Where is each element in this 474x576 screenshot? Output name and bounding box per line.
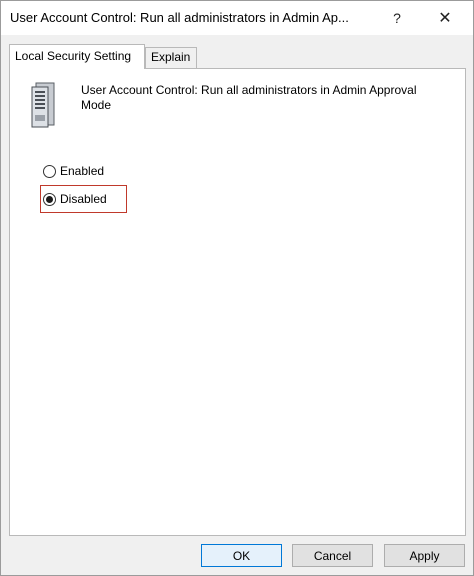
settings-panel: User Account Control: Run all administra… xyxy=(9,68,466,536)
window-title: User Account Control: Run all administra… xyxy=(10,10,349,25)
title-bar[interactable]: User Account Control: Run all administra… xyxy=(1,1,473,35)
radio-enabled-label: Enabled xyxy=(60,164,105,178)
cancel-button[interactable]: Cancel xyxy=(292,544,373,567)
apply-button[interactable]: Apply xyxy=(384,544,465,567)
radio-disabled[interactable]: Disabled xyxy=(43,190,107,208)
policy-title: User Account Control: Run all administra… xyxy=(81,83,417,112)
properties-dialog: User Account Control: Run all administra… xyxy=(0,0,474,576)
help-icon: ? xyxy=(393,10,401,26)
close-button[interactable]: ✕ xyxy=(426,5,464,31)
tab-local-security-setting[interactable]: Local Security Setting xyxy=(9,44,145,69)
radio-disabled-circle[interactable] xyxy=(43,192,56,206)
tab-explain[interactable]: Explain xyxy=(145,47,197,68)
radio-enabled-circle[interactable] xyxy=(43,164,56,178)
radio-enabled[interactable]: Enabled xyxy=(43,162,104,180)
help-button[interactable]: ? xyxy=(378,5,416,31)
ok-button[interactable]: OK xyxy=(201,544,282,567)
radio-disabled-label: Disabled xyxy=(60,192,107,206)
server-icon xyxy=(31,82,55,128)
close-icon: ✕ xyxy=(438,10,452,27)
